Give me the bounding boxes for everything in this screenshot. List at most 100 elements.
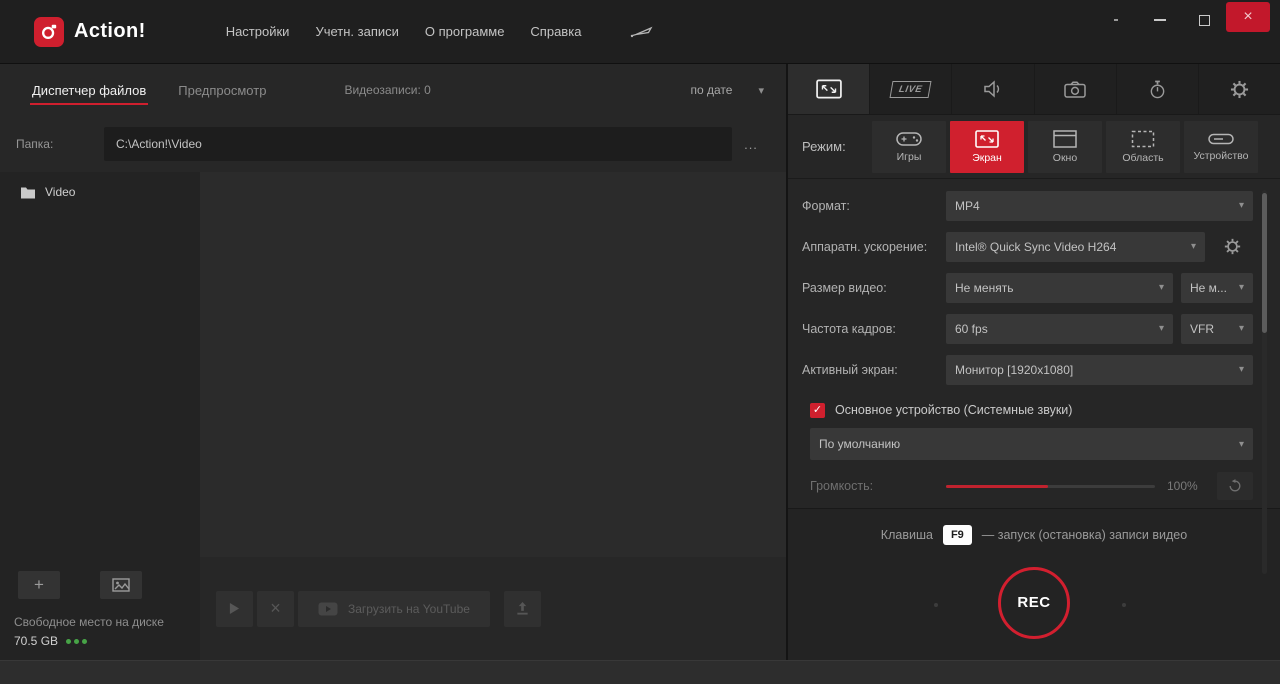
mode-window-button[interactable]: Окно (1028, 120, 1102, 173)
delete-button[interactable]: × (257, 590, 294, 627)
tab-live-streaming[interactable]: LIVE (870, 64, 953, 114)
video-size-row: Размер видео: Не менять ▾ Не м... ▾ (802, 267, 1253, 308)
brush-icon[interactable] (629, 26, 653, 38)
record-control-section: Клавиша F9 — запуск (остановка) записи в… (788, 508, 1280, 660)
upload-youtube-label: Загрузить на YouTube (348, 601, 470, 616)
format-row: Формат: MP4 ▾ (802, 185, 1253, 226)
tab-settings[interactable] (1199, 64, 1280, 114)
youtube-icon (318, 602, 338, 615)
video-size-value: Не менять (955, 280, 1014, 295)
active-screen-label: Активный экран: (802, 362, 898, 377)
audio-device-select[interactable]: По умолчанию ▾ (810, 428, 1253, 460)
disk-status-dots (66, 638, 88, 644)
reset-icon (1229, 479, 1241, 492)
picture-icon (112, 578, 130, 592)
free-space-block: Свободное место на диске 70.5 GB (0, 615, 200, 660)
recordings-count: Видеозаписи: 0 (344, 83, 431, 97)
region-icon (1131, 130, 1155, 147)
active-screen-row: Активный экран: Монитор [1920x1080] ▾ (802, 349, 1253, 390)
chevron-down-icon: ▾ (1238, 364, 1244, 375)
speaker-icon (984, 80, 999, 98)
scrollbar-track[interactable] (1262, 190, 1267, 574)
volume-slider[interactable] (946, 484, 1155, 488)
acceleration-select[interactable]: Intel® Quick Sync Video H264 ▾ (946, 231, 1205, 262)
close-button[interactable]: × (1226, 2, 1270, 32)
export-button[interactable] (503, 590, 541, 627)
main-area: Диспетчер файлов Предпросмотр Видеозапис… (0, 64, 1280, 660)
window-icon (1053, 129, 1077, 148)
scrollbar-thumb[interactable] (1262, 193, 1267, 333)
maximize-button[interactable] (1182, 4, 1226, 36)
titlebar: Action! Настройки Учетн. записи О програ… (0, 0, 1280, 64)
volume-reset-button[interactable] (1217, 472, 1253, 500)
mode-screen-label: Экран (972, 151, 1002, 164)
file-toolbar: × Загрузить на YouTube (200, 557, 786, 660)
chevron-down-icon: ▾ (1238, 438, 1244, 450)
audio-device-value: По умолчанию (819, 437, 901, 451)
minimize-button[interactable] (1138, 4, 1182, 36)
hotkey-suffix: — запуск (остановка) записи видео (981, 528, 1188, 542)
framerate-value: 60 fps (955, 321, 988, 336)
recorder-tabs: LIVE (788, 64, 1280, 114)
tab-screenshots[interactable] (1035, 64, 1117, 114)
video-size-secondary-select[interactable]: Не м... ▾ (1181, 272, 1253, 303)
video-size-select[interactable]: Не менять ▾ (946, 272, 1173, 303)
chevron-down-icon: ▾ (1238, 282, 1244, 293)
framerate-mode-value: VFR (1190, 321, 1214, 336)
play-icon (229, 603, 240, 614)
format-select[interactable]: MP4 ▾ (946, 190, 1253, 221)
screen-icon (975, 129, 999, 148)
mode-device-button[interactable]: Устройство (1184, 120, 1258, 173)
tab-screen-recording[interactable] (788, 64, 871, 114)
menu-settings[interactable]: Настройки (226, 24, 290, 39)
upload-youtube-button[interactable]: Загрузить на YouTube (298, 590, 490, 627)
tray-button[interactable] (1094, 4, 1138, 36)
folder-label: Папка: (16, 137, 54, 151)
add-folder-button[interactable]: + (18, 571, 60, 599)
acceleration-label: Аппаратн. ускорение: (802, 239, 928, 254)
mode-window-label: Окно (1052, 151, 1078, 164)
app-logo-icon (34, 16, 64, 47)
recording-settings: Формат: MP4 ▾ Аппаратн. ускорение: Intel… (788, 178, 1280, 390)
browse-folder-button[interactable]: ... (732, 137, 770, 152)
chevron-down-icon: ▾ (1238, 200, 1244, 211)
tab-file-manager[interactable]: Диспетчер файлов (30, 76, 149, 105)
volume-value: 100% (1167, 479, 1198, 493)
acceleration-row: Аппаратн. ускорение: Intel® Quick Sync V… (802, 226, 1253, 267)
mode-screen-button[interactable]: Экран (950, 120, 1024, 173)
play-button[interactable] (216, 590, 253, 627)
chevron-down-icon: ▾ (758, 84, 764, 97)
mode-games-button[interactable]: Игры (872, 120, 946, 173)
folder-row: Папка: C:\Action!\Video ... (0, 116, 786, 172)
record-button[interactable]: REC (998, 566, 1070, 639)
tree-item-label: Video (45, 185, 76, 199)
mode-label: Режим: (802, 139, 846, 154)
folder-icon (21, 187, 35, 198)
framerate-select[interactable]: 60 fps ▾ (946, 313, 1173, 344)
mode-region-button[interactable]: Область (1106, 120, 1180, 173)
chevron-down-icon: ▾ (1158, 323, 1164, 334)
chevron-down-icon: ▾ (1190, 241, 1196, 252)
active-screen-select[interactable]: Монитор [1920x1080] ▾ (946, 354, 1253, 385)
menu-accounts[interactable]: Учетн. записи (315, 24, 398, 39)
acceleration-value: Intel® Quick Sync Video H264 (955, 239, 1117, 254)
gear-icon (1224, 238, 1241, 255)
import-image-button[interactable] (100, 571, 142, 599)
tab-audio-recording[interactable] (952, 64, 1035, 114)
folder-path-input[interactable]: C:\Action!\Video (104, 127, 732, 161)
acceleration-settings-button[interactable] (1213, 238, 1252, 255)
mode-region-label: Область (1122, 151, 1164, 164)
tree-item-video[interactable]: Video (0, 172, 200, 212)
menu-about[interactable]: О программе (425, 24, 505, 39)
sort-dropdown[interactable]: по дате ▾ (691, 83, 764, 97)
file-manager-tabs: Диспетчер файлов Предпросмотр Видеозапис… (0, 64, 786, 116)
volume-row: Громкость: 100% (810, 464, 1253, 508)
framerate-mode-select[interactable]: VFR ▾ (1181, 313, 1253, 344)
tab-preview[interactable]: Предпросмотр (178, 83, 266, 98)
primary-device-checkbox[interactable]: ✓ (810, 402, 825, 418)
free-space-value: 70.5 GB (14, 634, 59, 648)
screen-record-icon (815, 79, 842, 99)
menu-help[interactable]: Справка (530, 24, 581, 39)
window-controls: × (1094, 0, 1270, 40)
tab-benchmark-timer[interactable] (1117, 64, 1199, 114)
